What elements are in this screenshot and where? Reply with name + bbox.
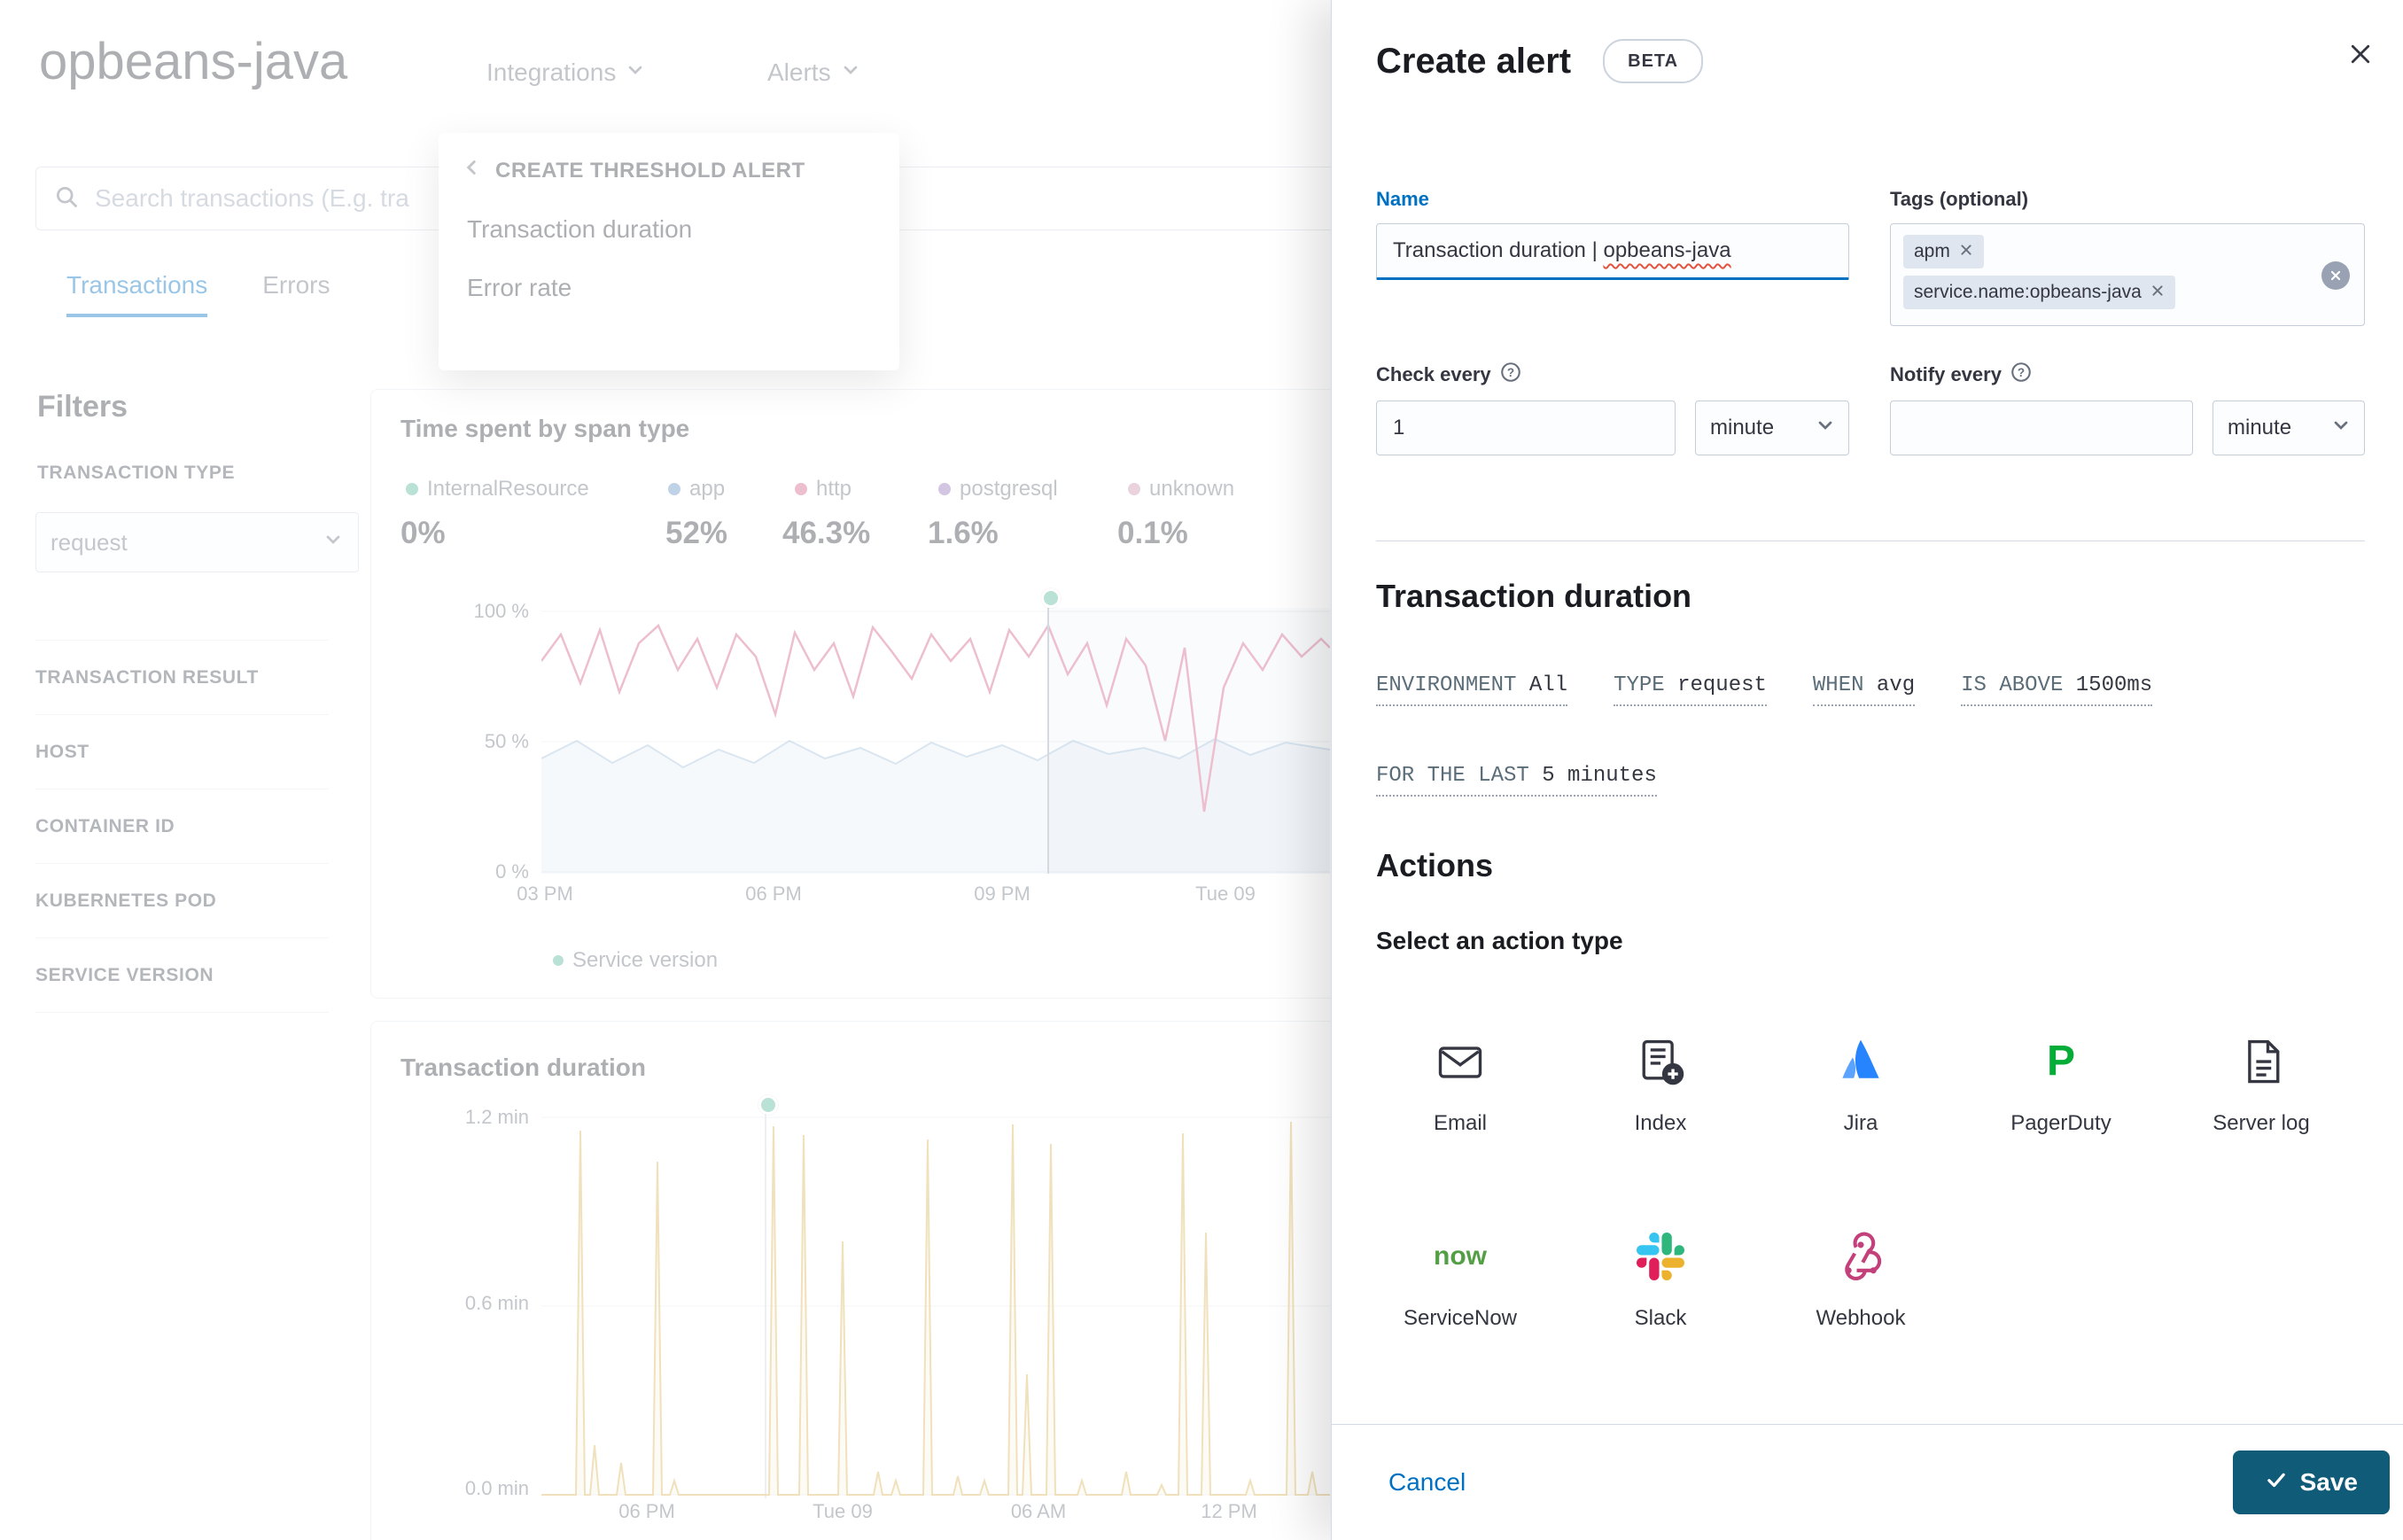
tag-label: service.name:opbeans-java	[1914, 282, 2142, 302]
expression-label: IS ABOVE	[1961, 673, 2064, 697]
remove-tag-icon[interactable]	[2150, 282, 2165, 303]
action-type-label: Webhook	[1816, 1306, 1906, 1330]
notify-every-unit-value: minute	[2228, 416, 2292, 439]
name-value-flagged: opbeans-java	[1603, 238, 1731, 262]
action-type-email[interactable]: Email	[1360, 1019, 1560, 1214]
pagerduty-icon: P	[2033, 1033, 2089, 1090]
expression-for-the-last[interactable]: FOR THE LAST 5 minutes	[1376, 764, 1657, 797]
index-icon	[1632, 1033, 1689, 1090]
action-type-label: Jira	[1843, 1111, 1878, 1135]
expression-label: FOR THE LAST	[1376, 764, 1529, 788]
action-type-label: Server log	[2212, 1111, 2310, 1135]
email-icon	[1432, 1033, 1489, 1090]
chevron-down-icon	[2330, 415, 2352, 442]
action-type-grid: Email Index Jira P PagerDuty Server log …	[1360, 1019, 2361, 1409]
notify-every-label-text: Notify every	[1890, 363, 2002, 385]
action-type-label: Index	[1634, 1111, 1687, 1135]
tag-pill-service-name[interactable]: service.name:opbeans-java	[1903, 276, 2175, 309]
notify-every-input[interactable]	[1890, 401, 2193, 455]
check-every-unit-value: minute	[1710, 416, 1775, 439]
apm-create-alert-screen: opbeans-java Integrations Alerts Transac…	[0, 0, 2403, 1540]
notify-every-label: Notify every ?	[1890, 362, 2032, 388]
expression-value: All	[1528, 673, 1568, 697]
alert-name-input[interactable]: Transaction duration | opbeans-java	[1376, 223, 1849, 280]
action-type-index[interactable]: Index	[1560, 1019, 1761, 1214]
tags-label: Tags (optional)	[1890, 188, 2029, 210]
beta-badge: BETA	[1603, 39, 1704, 83]
save-button[interactable]: Save	[2232, 1451, 2390, 1514]
save-button-label: Save	[2299, 1468, 2358, 1496]
action-type-jira[interactable]: Jira	[1761, 1019, 1961, 1214]
action-type-pagerduty[interactable]: P PagerDuty	[1961, 1019, 2161, 1214]
cancel-button[interactable]: Cancel	[1388, 1468, 1466, 1497]
action-type-label: Email	[1433, 1111, 1487, 1135]
expression-when[interactable]: WHEN avg	[1812, 673, 1916, 706]
help-icon[interactable]: ?	[2010, 362, 2032, 388]
expression-label: TYPE	[1614, 673, 1665, 697]
expression-value: avg	[1876, 673, 1916, 697]
check-icon	[2265, 1468, 2288, 1497]
flyout-title: Create alert	[1376, 41, 1572, 81]
flyout-header: Create alert BETA	[1376, 39, 1704, 83]
condition-section-title: Transaction duration	[1376, 578, 1692, 614]
help-icon[interactable]: ?	[1500, 362, 1521, 388]
jira-icon	[1832, 1033, 1889, 1090]
webhook-icon	[1832, 1228, 1889, 1285]
clear-tags-button[interactable]	[2321, 261, 2350, 290]
notify-every-unit-select[interactable]: minute	[2212, 401, 2365, 455]
create-alert-flyout: Create alert BETA Name Transaction durat…	[1331, 0, 2403, 1540]
servicenow-icon: now	[1432, 1228, 1489, 1285]
servicenow-glyph: now	[1434, 1241, 1487, 1271]
expression-is-above[interactable]: IS ABOVE 1500ms	[1961, 673, 2153, 706]
tag-pill-apm[interactable]: apm	[1903, 235, 1984, 268]
expression-row: ENVIRONMENT All TYPE request WHEN avg IS…	[1376, 673, 2153, 706]
tag-label: apm	[1914, 241, 1950, 261]
expression-value: 1500ms	[2075, 673, 2153, 697]
action-type-slack[interactable]: Slack	[1560, 1214, 1761, 1409]
check-every-label: Check every ?	[1376, 362, 1521, 388]
close-icon	[2348, 42, 2373, 71]
check-every-input[interactable]	[1376, 401, 1676, 455]
expression-type[interactable]: TYPE request	[1614, 673, 1767, 706]
expression-environment[interactable]: ENVIRONMENT All	[1376, 673, 1568, 706]
expression-row: FOR THE LAST 5 minutes	[1376, 764, 1657, 797]
expression-label: WHEN	[1812, 673, 1864, 697]
name-label: Name	[1376, 188, 1429, 210]
expression-value: 5 minutes	[1542, 764, 1657, 788]
select-action-type-label: Select an action type	[1376, 927, 1623, 954]
svg-text:?: ?	[1507, 366, 1514, 379]
action-type-label: ServiceNow	[1403, 1306, 1518, 1330]
expression-label: ENVIRONMENT	[1376, 673, 1517, 697]
pagerduty-glyph: P	[2046, 1038, 2075, 1085]
tags-combo-box[interactable]: apm service.name:opbeans-java	[1890, 223, 2365, 326]
server-log-icon	[2233, 1033, 2290, 1090]
chevron-down-icon	[1815, 415, 1836, 442]
action-type-webhook[interactable]: Webhook	[1761, 1214, 1961, 1409]
check-every-label-text: Check every	[1376, 363, 1491, 385]
action-type-servicenow[interactable]: now ServiceNow	[1360, 1214, 1560, 1409]
actions-section-title: Actions	[1376, 847, 1494, 883]
check-every-unit-select[interactable]: minute	[1695, 401, 1849, 455]
flyout-footer: Cancel Save	[1332, 1424, 2403, 1540]
close-flyout-button[interactable]	[2340, 35, 2381, 76]
expression-value: request	[1677, 673, 1767, 697]
action-type-server-log[interactable]: Server log	[2161, 1019, 2361, 1214]
action-type-label: PagerDuty	[2010, 1111, 2111, 1135]
remove-tag-icon[interactable]	[1959, 241, 1973, 262]
svg-text:?: ?	[2018, 366, 2025, 379]
name-value-prefix: Transaction duration |	[1393, 238, 1604, 262]
action-type-label: Slack	[1634, 1306, 1687, 1330]
slack-icon	[1632, 1228, 1689, 1285]
